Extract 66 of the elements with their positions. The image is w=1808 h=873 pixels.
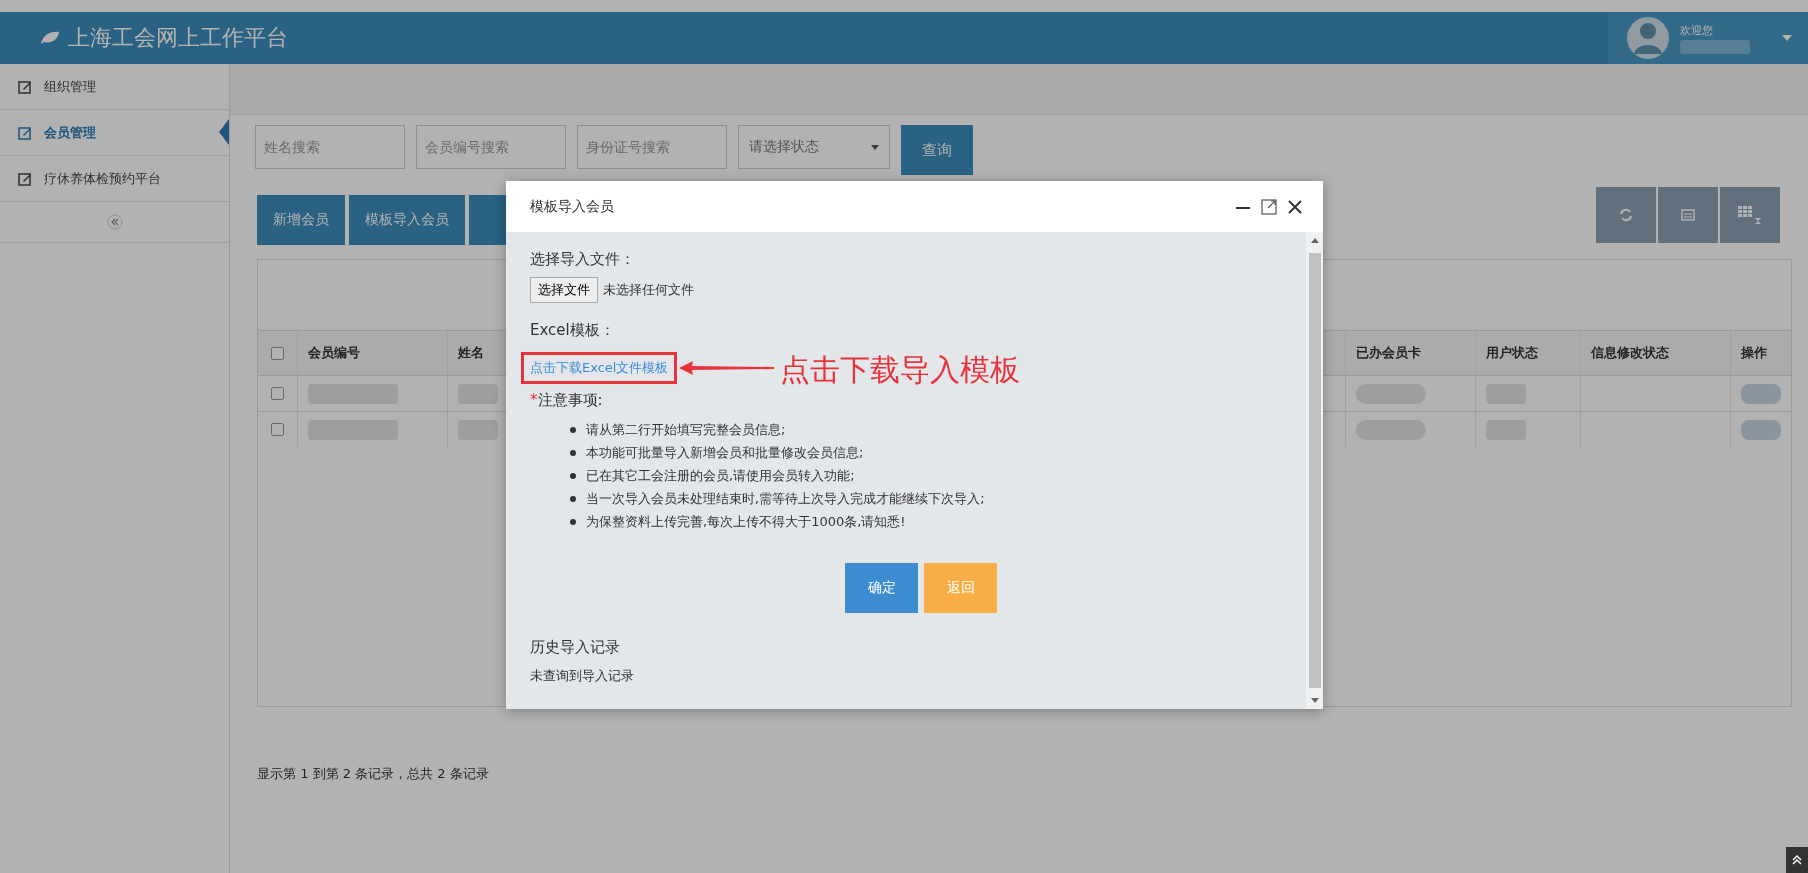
checkbox[interactable] (271, 387, 284, 400)
note-text: 请从第二行开始填写完整会员信息; (586, 420, 786, 439)
toolbar-button[interactable]: 新增会员 (257, 195, 345, 245)
dialog-title: 模板导入会员 (530, 197, 614, 216)
checkbox[interactable] (271, 346, 284, 360)
edit-icon (18, 125, 32, 140)
toolbar-button[interactable] (469, 195, 509, 245)
edit-icon (18, 171, 32, 186)
column-header: 会员编号 (298, 331, 448, 375)
bullet-icon (570, 449, 576, 456)
caret-icon (871, 144, 879, 150)
bullet-icon (570, 472, 576, 479)
bullet-icon (570, 518, 576, 525)
columns-icon[interactable] (1720, 187, 1780, 243)
select-text: 请选择状态 (749, 138, 819, 156)
collapse-icon[interactable] (106, 214, 123, 230)
history-heading: 历史导入记录 (530, 638, 621, 657)
maximize-icon[interactable] (1261, 198, 1277, 215)
card-view-icon[interactable] (1658, 187, 1718, 243)
back-button[interactable]: 返回 (924, 563, 997, 613)
bullet-icon (570, 495, 576, 502)
scroll-down-icon[interactable] (1310, 698, 1319, 703)
sidebar-item[interactable]: 组织管理 (0, 64, 229, 110)
note-text: 已在其它工会注册的会员,请使用会员转入功能; (586, 466, 855, 485)
note-text: 当一次导入会员未处理结束时,需等待上次导入完成才能继续下次导入; (586, 489, 985, 508)
blurred-cell (1741, 383, 1781, 404)
pagination-info: 显示第 1 到第 2 条记录，总共 2 条记录 (257, 765, 490, 783)
search-field[interactable]: 姓名搜索 (255, 125, 405, 169)
history-empty-text: 未查询到导入记录 (530, 667, 635, 685)
close-icon[interactable] (1287, 198, 1303, 215)
app-title: 上海工会网上工作平台 (68, 24, 288, 52)
annotation-text: 点击下载导入模板 (780, 351, 1021, 389)
column-header: 已办会员卡 (1346, 331, 1476, 375)
note-text: 本功能可批量导入新增会员和批量修改会员信息; (586, 443, 864, 462)
active-pointer-icon (219, 119, 229, 145)
bullet-icon (570, 426, 576, 433)
user-menu[interactable]: 欢迎您 (1608, 12, 1808, 64)
scrollbar[interactable] (1306, 232, 1323, 709)
toolbar-button[interactable]: 模板导入会员 (349, 195, 465, 245)
search-field[interactable]: 身份证号搜索 (577, 125, 727, 169)
field-label: 选择导入文件： (530, 250, 636, 269)
scroll-up-icon[interactable] (1310, 238, 1319, 243)
column-header: 信息修改状态 (1581, 331, 1731, 375)
sidebar-item[interactable]: 疗休养体检预约平台 (0, 156, 229, 202)
query-button[interactable]: 查询 (901, 125, 973, 175)
column-header: 用户状态 (1476, 331, 1581, 375)
note-text: 为保整资料上传完善,每次上传不得大于1000条,请知悉! (586, 512, 906, 531)
blurred-cell (458, 383, 498, 404)
notes-heading: *注意事项: (530, 391, 604, 410)
blurred-cell (1741, 419, 1781, 440)
confirm-button[interactable]: 确定 (845, 563, 918, 613)
edit-icon (18, 79, 32, 94)
caret-icon (1782, 35, 1792, 41)
blurred-cell (458, 419, 498, 440)
search-field[interactable]: 会员编号搜索 (416, 125, 566, 169)
greeting-text: 欢迎您 (1680, 22, 1714, 38)
blurred-username (1680, 39, 1750, 54)
avatar-icon (1626, 16, 1670, 60)
column-header: 操作 (1740, 344, 1768, 362)
sidebar-item[interactable]: 会员管理 (0, 110, 229, 156)
leaf-icon (40, 31, 60, 45)
status-select[interactable]: 请选择状态 (738, 125, 890, 169)
scroll-top-icon[interactable] (1786, 847, 1808, 873)
checkbox[interactable] (271, 423, 284, 436)
choose-file-button[interactable]: 选择文件 (530, 277, 598, 303)
file-status: 未选择任何文件 (603, 281, 694, 299)
